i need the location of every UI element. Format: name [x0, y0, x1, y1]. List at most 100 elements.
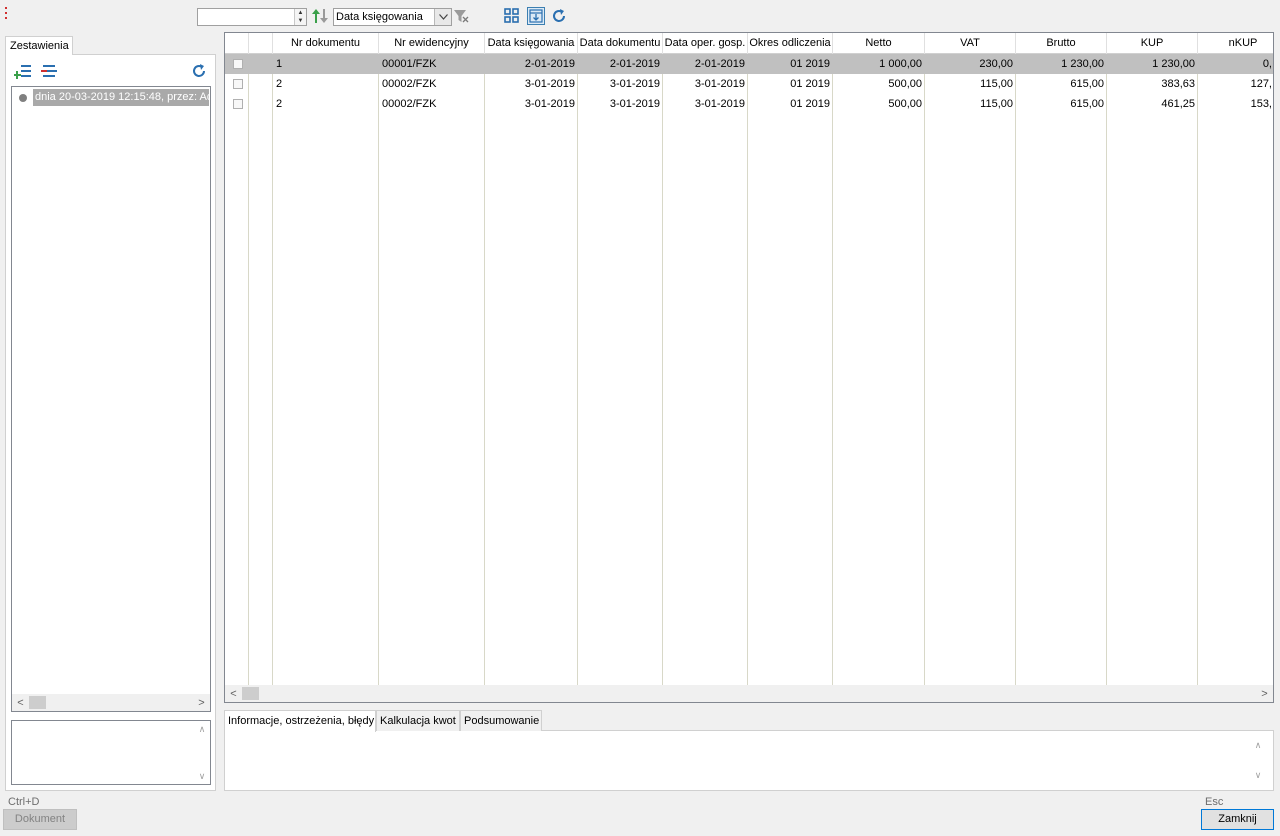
- scroll-thumb[interactable]: [29, 696, 46, 709]
- grid-header-check[interactable]: [249, 33, 273, 54]
- filter-clear-icon[interactable]: [453, 8, 469, 24]
- tab-informacje-label: Informacje, ostrzeżenia, błędy: [228, 715, 375, 727]
- cell-data-dokumentu: 3-01-2019: [609, 98, 660, 110]
- tab-zestawienia-label: Zestawienia: [10, 40, 69, 52]
- grid-header: Nr dokumentu Nr ewidencyjny Data księgow…: [225, 33, 1273, 54]
- sort-direction-icon[interactable]: [311, 6, 329, 26]
- cell-okres: 01 2019: [790, 58, 830, 70]
- cell-data-ksiegowania: 3-01-2019: [524, 78, 575, 90]
- messages-panel: ∧ ∨: [224, 730, 1274, 791]
- report-list[interactable]: dnia 20-03-2019 12:15:48, przez: Ad < >: [11, 86, 211, 712]
- column-header[interactable]: nKUP: [1198, 33, 1273, 54]
- cell-kup: 1 230,00: [1152, 58, 1195, 70]
- spin-buttons[interactable]: ▲ ▼: [294, 9, 306, 25]
- memo-vscrollbar[interactable]: ∧ ∨: [195, 722, 209, 783]
- scroll-left-icon[interactable]: <: [225, 685, 242, 702]
- scroll-right-icon[interactable]: >: [193, 694, 210, 711]
- tab-kalkulacja[interactable]: Kalkulacja kwot: [376, 710, 460, 731]
- tab-informacje[interactable]: Informacje, ostrzeżenia, błędy: [224, 710, 376, 732]
- column-header[interactable]: KUP: [1107, 33, 1198, 54]
- chevron-down-icon[interactable]: [434, 9, 451, 25]
- row-checkbox[interactable]: [233, 99, 243, 109]
- refresh-list-icon[interactable]: [190, 62, 208, 80]
- grid-header-indicator: [225, 33, 249, 54]
- column-header[interactable]: Okres odliczenia: [748, 33, 833, 54]
- cell-data-dokumentu: 2-01-2019: [609, 58, 660, 70]
- column-header[interactable]: Data oper. gosp.: [663, 33, 748, 54]
- cell-nr-dokumentu: 1: [276, 58, 283, 70]
- column-divider: [1106, 54, 1107, 686]
- scroll-left-icon[interactable]: <: [12, 694, 29, 711]
- cell-nr-ewidencyjny: 00002/FZK: [382, 98, 437, 110]
- column-header[interactable]: Data dokumentu: [578, 33, 663, 54]
- column-header[interactable]: Netto: [833, 33, 925, 54]
- scroll-up-icon[interactable]: ∧: [195, 722, 209, 736]
- cell-data-ksiegowania: 2-01-2019: [524, 58, 575, 70]
- column-divider: [378, 54, 379, 686]
- column-divider: [484, 54, 485, 686]
- cell-nr-ewidencyjny: 00002/FZK: [382, 78, 437, 90]
- cell-okres: 01 2019: [790, 98, 830, 110]
- dokument-button[interactable]: Dokument: [3, 809, 77, 830]
- date-spin-input[interactable]: ▲ ▼: [197, 8, 307, 26]
- close-button[interactable]: Zamknij: [1201, 809, 1274, 830]
- list-hscrollbar[interactable]: < >: [12, 694, 210, 711]
- row-checkbox[interactable]: [233, 59, 243, 69]
- column-divider: [747, 54, 748, 686]
- scroll-down-icon[interactable]: ∨: [1251, 768, 1265, 782]
- cell-data-oper: 3-01-2019: [694, 78, 745, 90]
- cell-vat: 115,00: [980, 98, 1013, 110]
- row-checkbox[interactable]: [233, 79, 243, 89]
- sort-field-select[interactable]: Data księgowania: [333, 8, 452, 26]
- cell-brutto: 615,00: [1070, 78, 1104, 90]
- cell-data-dokumentu: 3-01-2019: [609, 78, 660, 90]
- table-row[interactable]: 2 00002/FZK 3-01-2019 3-01-2019 3-01-201…: [225, 94, 1273, 114]
- remove-report-icon[interactable]: [40, 62, 58, 80]
- spin-down-icon[interactable]: ▼: [295, 17, 306, 25]
- cell-nkup: 153,: [1250, 98, 1272, 110]
- column-divider: [248, 54, 249, 686]
- scroll-up-icon[interactable]: ∧: [1251, 738, 1265, 752]
- column-header[interactable]: VAT: [925, 33, 1016, 54]
- list-item[interactable]: dnia 20-03-2019 12:15:48, przez: Ad: [15, 89, 209, 106]
- cell-okres: 01 2019: [790, 78, 830, 90]
- table-row[interactable]: 2 00002/FZK 3-01-2019 3-01-2019 3-01-201…: [225, 74, 1273, 94]
- spin-up-icon[interactable]: ▲: [295, 9, 306, 17]
- grid-view-icon[interactable]: [503, 7, 521, 25]
- report-notes-memo[interactable]: ∧ ∨: [11, 720, 211, 785]
- grid-hscrollbar[interactable]: < >: [225, 685, 1273, 702]
- cell-vat: 115,00: [980, 78, 1013, 90]
- cell-nkup: 127,: [1250, 78, 1272, 90]
- cell-kup: 461,25: [1161, 98, 1195, 110]
- tab-zestawienia[interactable]: Zestawienia: [5, 36, 73, 55]
- column-divider: [1015, 54, 1016, 686]
- cell-netto: 1 000,00: [879, 58, 922, 70]
- tab-podsumowanie[interactable]: Podsumowanie: [460, 710, 542, 731]
- refresh-icon[interactable]: [550, 7, 568, 25]
- cell-data-oper: 2-01-2019: [694, 58, 745, 70]
- scroll-right-icon[interactable]: >: [1256, 685, 1273, 702]
- messages-vscrollbar[interactable]: ∧ ∨: [1251, 738, 1265, 782]
- add-report-icon[interactable]: [13, 62, 32, 80]
- cell-data-ksiegowania: 3-01-2019: [524, 98, 575, 110]
- scroll-down-icon[interactable]: ∨: [195, 769, 209, 783]
- cell-nr-ewidencyjny: 00001/FZK: [382, 58, 437, 70]
- export-down-icon[interactable]: [527, 7, 545, 25]
- table-row[interactable]: 1 00001/FZK 2-01-2019 2-01-2019 2-01-201…: [225, 54, 1273, 74]
- cell-kup: 383,63: [1161, 78, 1195, 90]
- column-divider: [924, 54, 925, 686]
- column-header[interactable]: Nr ewidencyjny: [379, 33, 485, 54]
- tab-podsumowanie-label: Podsumowanie: [464, 715, 540, 727]
- cell-nr-dokumentu: 2: [276, 98, 283, 110]
- scroll-thumb[interactable]: [242, 687, 259, 700]
- column-header[interactable]: Brutto: [1016, 33, 1107, 54]
- column-divider: [1197, 54, 1198, 686]
- documents-grid[interactable]: Nr dokumentu Nr ewidencyjny Data księgow…: [224, 32, 1274, 703]
- cell-nr-dokumentu: 2: [276, 78, 283, 90]
- cell-netto: 500,00: [888, 98, 922, 110]
- cell-vat: 230,00: [979, 58, 1013, 70]
- column-header[interactable]: Nr dokumentu: [273, 33, 379, 54]
- column-header[interactable]: Data księgowania: [485, 33, 578, 54]
- cell-brutto: 1 230,00: [1061, 58, 1104, 70]
- toolbar-grip[interactable]: [5, 7, 8, 21]
